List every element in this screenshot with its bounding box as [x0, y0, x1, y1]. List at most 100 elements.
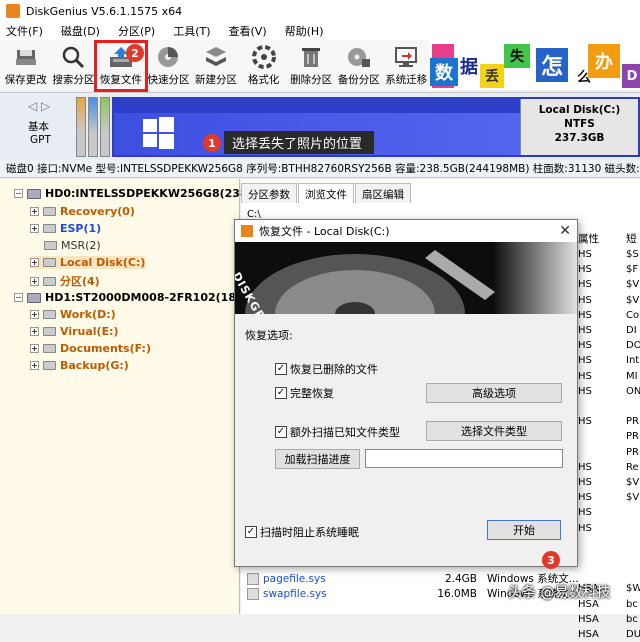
tree-node-part4[interactable]: + 分区(4): [30, 273, 100, 289]
backup-partition-button[interactable]: 备份分区: [335, 40, 383, 90]
delete-partition-button[interactable]: 删除分区: [287, 40, 335, 90]
tab-partition-params[interactable]: 分区参数: [241, 183, 297, 203]
attr-cell: [578, 399, 599, 414]
load-scan-progress-button[interactable]: 加载扫描进度: [275, 449, 360, 469]
short-name-cell: [626, 505, 640, 520]
chk-recover-deleted[interactable]: ✓ 恢复已删除的文件: [275, 361, 378, 377]
expand-icon[interactable]: +: [30, 258, 39, 267]
short-name-cell: $V: [626, 294, 640, 306]
checkbox-checked-icon[interactable]: ✓: [275, 387, 287, 399]
tree-label-hd0: HD0:INTELSSDPEKKW256G8(238GB): [45, 187, 271, 200]
tree-node-hd0[interactable]: − HD0:INTELSSDPEKKW256G8(238GB): [14, 187, 270, 200]
attr-cell: HS: [578, 492, 592, 504]
menu-tools[interactable]: 工具(T): [173, 23, 210, 39]
quick-partition-button[interactable]: 快速分区: [145, 40, 193, 90]
checkbox-checked-icon[interactable]: ✓: [245, 526, 257, 538]
format-button[interactable]: 格式化: [240, 40, 288, 90]
expand-icon[interactable]: +: [30, 361, 39, 370]
expand-icon[interactable]: +: [30, 344, 39, 353]
chk-prevent-sleep-label: 扫描时阻止系统睡眠: [260, 526, 359, 539]
file-name: swapfile.sys: [263, 587, 327, 600]
attr-cell: HS: [578, 370, 592, 382]
tree-node-msr[interactable]: MSR(2): [44, 239, 101, 252]
system-migrate-button[interactable]: 系统迁移: [383, 40, 431, 90]
file-icon: [247, 587, 259, 600]
select-file-types-button[interactable]: 选择文件类型: [426, 421, 562, 441]
partition-block-msr[interactable]: [100, 97, 110, 157]
attr-cell: [578, 445, 599, 460]
tree-node-work[interactable]: + Work(D:): [30, 308, 116, 321]
chk-extra-scan[interactable]: ✓ 额外扫描已知文件类型: [275, 424, 400, 440]
attr-cell: HS: [578, 477, 592, 489]
tree-label: Work(D:): [60, 308, 116, 321]
tree-node-c[interactable]: + Local Disk(C:): [30, 256, 146, 269]
tree-node-backup[interactable]: + Backup(G:): [30, 359, 129, 372]
partition-icon: [43, 344, 56, 353]
file-size: 16.0MB: [437, 587, 477, 600]
menu-partition[interactable]: 分区(P): [118, 23, 155, 39]
search-partition-button[interactable]: 搜索分区: [50, 40, 98, 90]
checkbox-checked-icon[interactable]: ✓: [275, 426, 287, 438]
chk-extra-label: 额外扫描已知文件类型: [290, 426, 400, 439]
expand-icon[interactable]: +: [30, 276, 39, 286]
save-changes-button[interactable]: 保存更改: [2, 40, 50, 90]
backup-partition-label: 备份分区: [337, 74, 380, 86]
attr-cell: HS: [578, 249, 592, 260]
new-partition-button[interactable]: 新建分区: [192, 40, 240, 90]
chk-prevent-sleep[interactable]: ✓ 扫描时阻止系统睡眠: [245, 524, 359, 540]
tree-label: MSR(2): [61, 239, 101, 252]
quick-partition-label: 快速分区: [147, 74, 190, 86]
expand-icon[interactable]: +: [30, 310, 39, 319]
attr-cell: HS: [578, 279, 592, 291]
chk-recover-deleted-label: 恢复已删除的文件: [290, 363, 378, 376]
start-button[interactable]: 开始: [487, 520, 561, 540]
short-name-cell: $W: [626, 583, 640, 595]
short-name-cell: bc: [626, 613, 638, 625]
menu-file[interactable]: 文件(F): [6, 23, 43, 39]
chk-complete-recovery[interactable]: ✓ 完整恢复: [275, 385, 334, 401]
partition-block-recovery[interactable]: [76, 97, 86, 157]
disk-tree: − HD0:INTELSSDPEKKW256G8(238GB) + Recove…: [0, 179, 274, 614]
tree-node-virual[interactable]: + Virual(E:): [30, 325, 119, 338]
attr-cell: HS: [578, 340, 592, 352]
backup-icon: [345, 44, 373, 70]
menu-help[interactable]: 帮助(H): [285, 23, 324, 39]
checkbox-checked-icon[interactable]: ✓: [275, 363, 287, 375]
partition-block-c[interactable]: Local Disk(C:) NTFS 237.3GB: [112, 97, 640, 157]
expand-icon[interactable]: +: [30, 224, 39, 233]
ad-tile-ban: 办: [588, 44, 620, 78]
tree-node-esp[interactable]: + ESP(1): [30, 222, 101, 235]
tree-node-recovery[interactable]: + Recovery(0): [30, 205, 135, 218]
partition-icon: [43, 310, 56, 319]
scan-progress-path-input[interactable]: [365, 449, 563, 468]
file-icon: [247, 572, 259, 585]
col-header-attr[interactable]: 属性: [578, 231, 599, 246]
menu-view[interactable]: 查看(V): [229, 23, 267, 39]
ad-tile-diu: 丢: [480, 64, 504, 88]
collapse-icon[interactable]: −: [14, 293, 23, 302]
hard-disk-icon: [27, 292, 41, 303]
col-header-short[interactable]: 短: [626, 231, 637, 246]
partition-c-size: 237.3GB: [554, 132, 605, 144]
short-name-cell: DI: [626, 325, 637, 337]
ad-banner[interactable]: 数 据 丢 失 怎 么 办 D: [430, 40, 640, 90]
partition-block-esp[interactable]: [88, 97, 98, 157]
close-icon[interactable]: ✕: [559, 223, 571, 239]
tree-node-documents[interactable]: + Documents(F:): [30, 342, 151, 355]
ad-tile-shi: 失: [504, 44, 530, 68]
disk-nav-arrows[interactable]: ◁ ▷: [28, 99, 50, 113]
tab-sector-edit[interactable]: 扇区编辑: [355, 183, 411, 203]
advanced-options-button[interactable]: 高级选项: [426, 383, 562, 403]
tab-browse-files[interactable]: 浏览文件: [298, 183, 354, 203]
pane-tabs: 分区参数 浏览文件 扇区编辑: [241, 183, 412, 203]
new-partition-label: 新建分区: [195, 74, 238, 86]
attr-cell: HSA: [578, 629, 599, 641]
expand-icon[interactable]: +: [30, 207, 39, 216]
expand-icon[interactable]: +: [30, 327, 39, 336]
short-name-cell: Re: [626, 461, 639, 473]
menu-disk[interactable]: 磁盘(D): [61, 23, 100, 39]
collapse-icon[interactable]: −: [14, 189, 23, 198]
attr-cell: [578, 536, 599, 551]
recover-files-dialog: 恢复文件 - Local Disk(C:) ✕ DISKGENIUS 恢复选项:…: [234, 219, 578, 567]
chk-complete-label: 完整恢复: [290, 387, 334, 400]
